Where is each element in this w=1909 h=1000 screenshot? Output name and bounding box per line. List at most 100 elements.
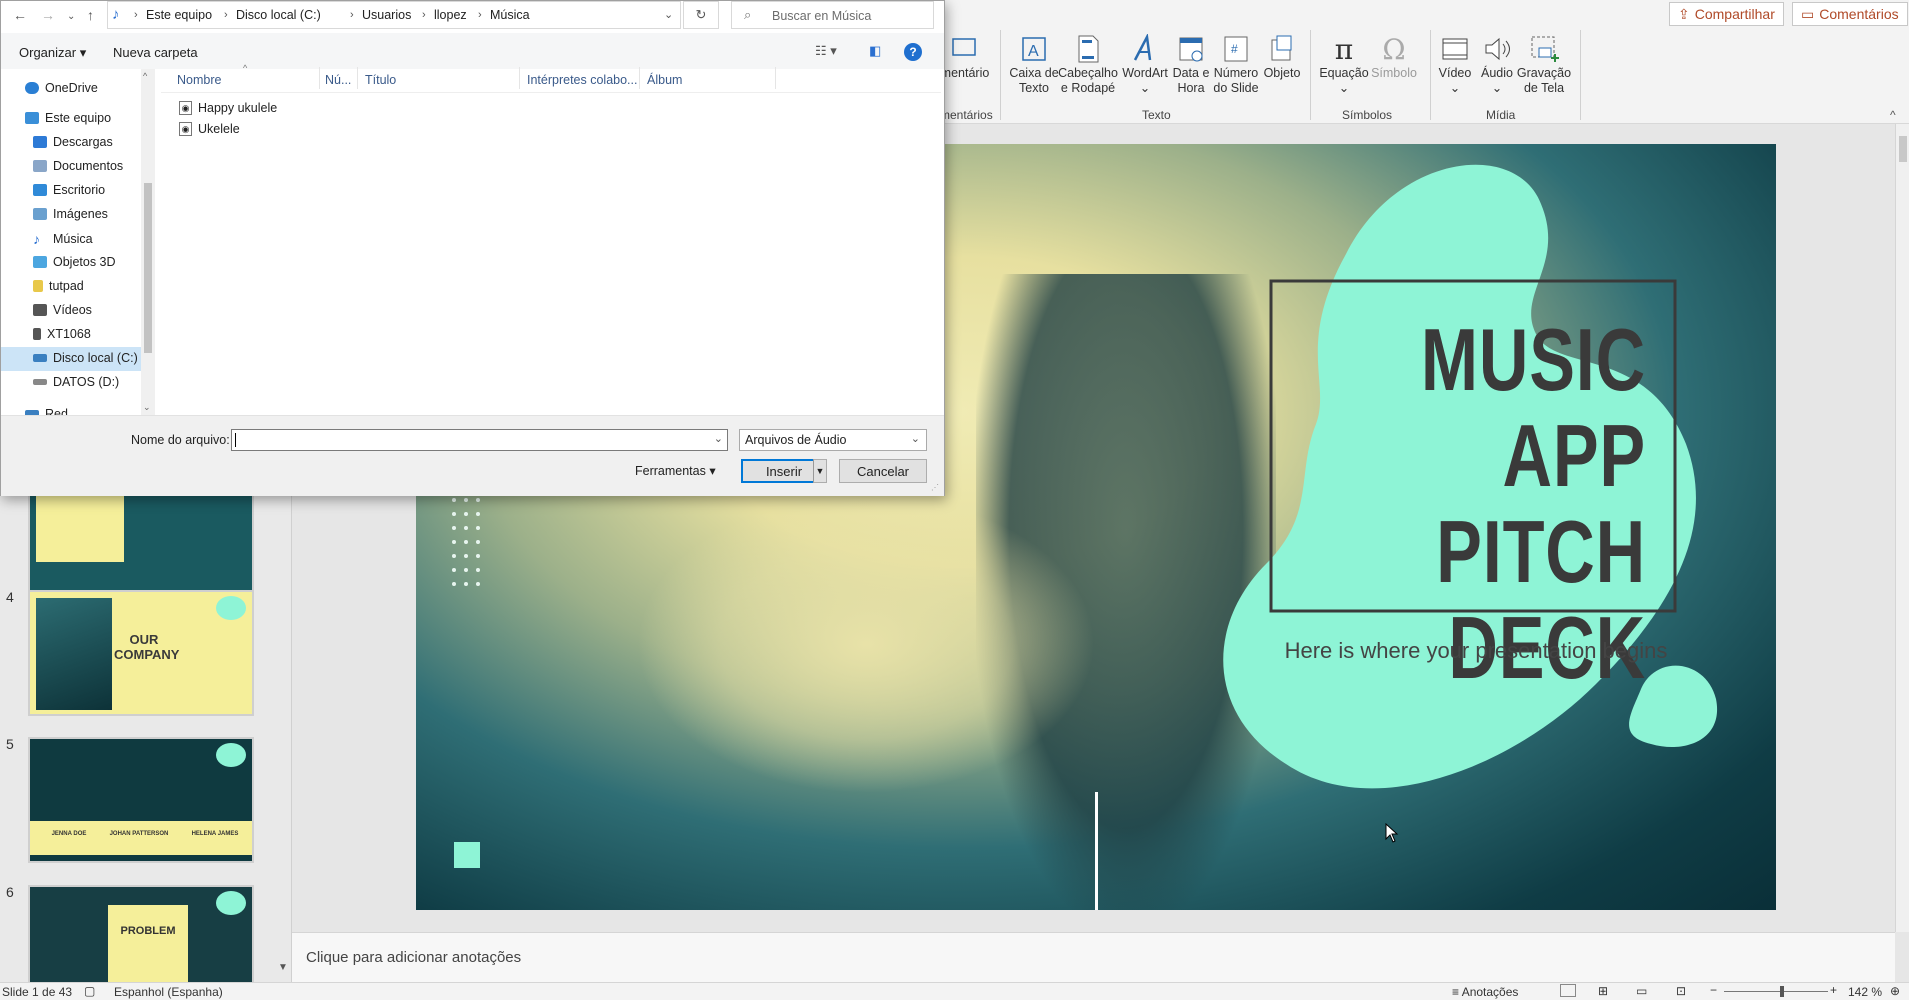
tree-item-tutpad[interactable]: tutpad (33, 279, 84, 293)
recent-dropdown-icon[interactable]: ⌄ (67, 11, 75, 22)
zoom-slider-thumb[interactable] (1780, 986, 1784, 997)
column-album[interactable]: Álbum (647, 73, 682, 87)
slide-number-button[interactable]: # Número do Slide (1210, 32, 1262, 96)
tree-item-descargas[interactable]: Descargas (33, 135, 113, 149)
view-options-icon[interactable]: ☷ ▾ (815, 43, 837, 59)
back-icon[interactable]: ← (13, 7, 27, 23)
tree-item-onedrive[interactable]: OneDrive (25, 81, 98, 95)
filename-label: Nome do arquivo: (131, 433, 230, 447)
tree-item-disco-local[interactable]: Disco local (C:) (33, 351, 138, 365)
screen-recording-button[interactable]: Gravação de Tela (1516, 32, 1572, 96)
slide-subtitle[interactable]: Here is where your presentation begins (1276, 638, 1676, 664)
notes-pane[interactable]: Clique para adicionar anotações (292, 932, 1895, 982)
tree-item-imagenes[interactable]: Imágenes (33, 207, 108, 221)
organize-button[interactable]: Organizar ▾ (19, 45, 86, 61)
share-button[interactable]: ⇪ Compartilhar (1669, 2, 1784, 26)
chevron-down-icon[interactable]: ⌄ (714, 432, 723, 445)
breadcrumb-llopez[interactable]: llopez (434, 8, 467, 22)
search-box[interactable]: ⌕ Buscar en Música (731, 1, 934, 29)
zoom-slider[interactable] (1724, 986, 1828, 997)
chevron-down-icon[interactable]: ⌄ (664, 8, 673, 21)
date-time-button[interactable]: Data e Hora (1166, 32, 1216, 96)
video-button[interactable]: Vídeo ⌄ (1432, 32, 1478, 96)
thumbnail-number: 5 (6, 736, 14, 752)
file-row[interactable]: ◉ Ukelele (179, 122, 240, 136)
cloud-icon (25, 82, 39, 94)
breadcrumb-usuarios[interactable]: Usuarios (362, 8, 411, 22)
wordart-button[interactable]: WordArt ⌄ (1120, 32, 1170, 96)
thumbnail-number: 6 (6, 884, 14, 900)
language-indicator[interactable]: Espanhol (Espanha) (114, 985, 223, 999)
object-icon (1268, 32, 1296, 66)
thumbnail-slide-5[interactable]: JENNA DOE JOHAN PATTERSON HELENA JAMES (28, 737, 254, 863)
pictures-icon (33, 208, 47, 220)
reading-view-icon[interactable]: ▭ (1636, 984, 1647, 998)
scroll-down-icon[interactable]: ▼ (276, 962, 290, 978)
slide-sorter-icon[interactable]: ⊞ (1598, 984, 1608, 998)
tree-item-xt1068[interactable]: XT1068 (33, 327, 91, 341)
scroll-thumb[interactable] (1899, 136, 1907, 162)
thumbnail-slide-4[interactable]: OUR COMPANY (28, 590, 254, 716)
spellcheck-icon[interactable]: ▢ (84, 984, 95, 998)
scroll-up-icon[interactable]: ^ (143, 71, 147, 81)
scroll-thumb[interactable] (144, 183, 152, 353)
equation-button[interactable]: π Equação ⌄ (1316, 32, 1372, 96)
textbox-button[interactable]: A Caixa de Texto (1008, 32, 1060, 96)
tools-button[interactable]: Ferramentas ▾ (635, 463, 716, 478)
header-footer-button[interactable]: Cabeçalho e Rodapé (1058, 32, 1118, 96)
tree-item-documentos[interactable]: Documentos (33, 159, 123, 173)
slideshow-icon[interactable]: ⊡ (1676, 984, 1686, 998)
resize-grip-icon[interactable]: ⋰ (931, 483, 939, 492)
svg-text:#: # (1231, 42, 1238, 56)
object-button[interactable]: Objeto (1258, 32, 1306, 81)
thumbnail-slide-6[interactable]: PROBLEM (28, 885, 254, 985)
normal-view-icon[interactable] (1560, 984, 1576, 997)
notes-toggle-button[interactable]: ≡ Anotações (1452, 985, 1518, 999)
preview-pane-icon[interactable]: ◧ (869, 43, 881, 59)
filetype-select[interactable]: Arquivos de Áudio ⌄ (739, 429, 927, 451)
cancel-button[interactable]: Cancelar (839, 459, 927, 483)
cube-icon (33, 256, 47, 268)
share-icon: ⇪ (1678, 5, 1690, 22)
tree-item-musica[interactable]: ♪ Música (33, 231, 93, 247)
address-bar[interactable]: ♪ › Este equipo › Disco local (C:) › Usu… (107, 1, 681, 29)
refresh-icon[interactable]: ↻ (683, 1, 719, 29)
help-icon[interactable]: ? (904, 43, 922, 61)
audio-button[interactable]: Áudio ⌄ (1474, 32, 1520, 96)
tree-item-datos[interactable]: DATOS (D:) (33, 375, 119, 389)
comment-button[interactable]: mentário (940, 32, 990, 81)
column-nombre[interactable]: Nombre (177, 73, 221, 87)
text-cursor (235, 433, 236, 447)
search-placeholder: Buscar en Música (772, 9, 872, 23)
breadcrumb-musica[interactable]: Música (490, 8, 530, 22)
ribbon-separator (1000, 30, 1001, 120)
filename-input[interactable]: ⌄ (231, 429, 728, 451)
zoom-level[interactable]: 142 % (1848, 985, 1882, 999)
download-icon (33, 136, 47, 148)
editor-scrollbar[interactable] (1895, 124, 1909, 932)
fit-slide-icon[interactable]: ⊕ (1890, 984, 1900, 998)
computer-icon (25, 112, 39, 124)
collapse-ribbon-icon[interactable]: ^ (1890, 108, 1896, 122)
column-interpretes[interactable]: Intérpretes colabo... (527, 73, 637, 87)
scroll-down-icon[interactable]: ⌄ (143, 402, 151, 413)
breadcrumb-disco-local[interactable]: Disco local (C:) (236, 8, 321, 22)
navigation-scrollbar[interactable]: ^ ⌄ (141, 69, 155, 415)
zoom-out-icon[interactable]: − (1710, 983, 1717, 997)
column-numero[interactable]: Nú... (325, 73, 351, 87)
new-folder-button[interactable]: Nueva carpeta (113, 45, 198, 60)
tree-item-este-equipo[interactable]: Este equipo (25, 111, 111, 125)
insert-dropdown-icon[interactable]: ▼ (813, 459, 827, 483)
tree-item-escritorio[interactable]: Escritorio (33, 183, 105, 197)
comments-button[interactable]: ▭ Comentários (1792, 2, 1908, 26)
tree-item-objetos-3d[interactable]: Objetos 3D (33, 255, 116, 269)
column-titulo[interactable]: Título (365, 73, 396, 87)
breadcrumb-este-equipo[interactable]: Este equipo (146, 8, 212, 22)
file-row[interactable]: ◉ Happy ukulele (179, 101, 277, 115)
symbol-button[interactable]: Ω Símbolo (1368, 32, 1420, 81)
up-icon[interactable]: ↑ (87, 7, 94, 23)
tree-item-videos[interactable]: Vídeos (33, 303, 92, 317)
forward-icon[interactable]: → (41, 7, 55, 23)
header-footer-icon (1074, 32, 1102, 66)
zoom-in-icon[interactable]: + (1830, 983, 1837, 997)
